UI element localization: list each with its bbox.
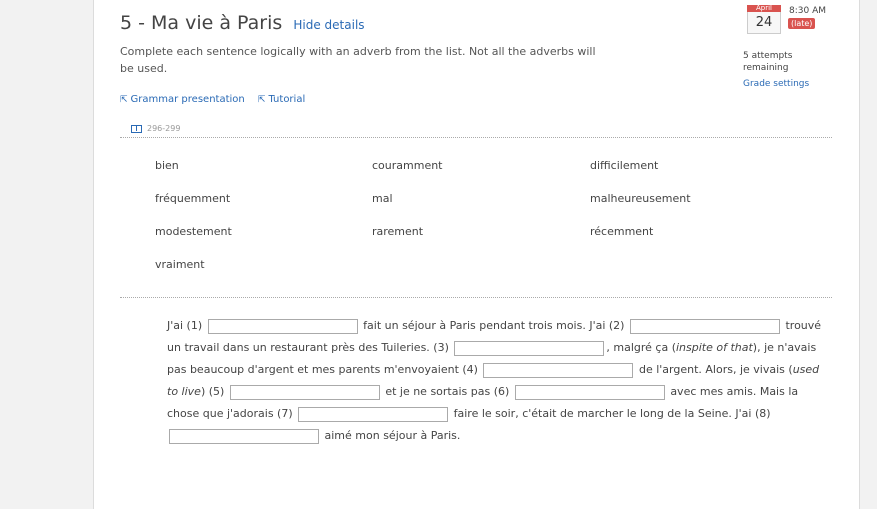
fill-in-paragraph: J'ai (1) fait un séjour à Paris pendant …: [167, 315, 827, 447]
word-bank-item: vraiment: [155, 258, 205, 271]
divider: [120, 297, 832, 298]
word-bank-item: rarement: [372, 225, 424, 238]
answer-input-4[interactable]: [483, 362, 634, 378]
sentence-text: ) (5): [200, 385, 225, 398]
page-range: 296-299: [147, 124, 181, 133]
page-title: 5 - Ma vie à Paris: [120, 12, 283, 34]
textbook-reference[interactable]: 296-299: [131, 124, 180, 133]
external-arrow-icon: ⇱: [257, 95, 266, 105]
answer-input-5[interactable]: [229, 384, 380, 400]
grade-settings-link[interactable]: Grade settings: [743, 79, 809, 89]
sentence-text: , malgré ça (: [606, 341, 676, 354]
sentence-text: et je ne sortais pas (6): [385, 385, 510, 398]
word-bank-item: difficilement: [590, 159, 659, 172]
answer-input-7[interactable]: [298, 406, 449, 422]
grammar-presentation-label: Grammar presentation: [130, 94, 245, 105]
divider: [120, 137, 832, 138]
calendar-day: 24: [747, 12, 781, 34]
answer-input-8[interactable]: [169, 428, 319, 444]
external-arrow-icon: ⇱: [120, 95, 128, 105]
tutorial-label: Tutorial: [268, 94, 306, 105]
assignment-panel: 5 - Ma vie à Paris Hide details Complete…: [93, 0, 860, 509]
answer-input-3[interactable]: [454, 340, 605, 356]
answer-input-6[interactable]: [514, 384, 665, 400]
sentence-text: fait un séjour à Paris pendant trois moi…: [363, 319, 625, 332]
instructions: Complete each sentence logically with an…: [120, 45, 596, 75]
sentence-text: faire le soir, c'était de marcher le lon…: [453, 407, 771, 420]
title-row: 5 - Ma vie à Paris Hide details: [120, 12, 365, 34]
late-badge: (late): [788, 18, 816, 29]
word-bank-item: mal: [372, 192, 393, 205]
word-bank-item: fréquemment: [155, 192, 231, 205]
answer-input-1[interactable]: [207, 318, 358, 334]
calendar-month: April: [747, 5, 781, 12]
word-bank-item: couramment: [372, 159, 443, 172]
sentence-text: de l'argent. Alors, je vivais (: [638, 363, 793, 376]
word-bank-item: modestement: [155, 225, 232, 238]
tutorial-link[interactable]: ⇱ Tutorial: [258, 94, 305, 105]
answer-input-2[interactable]: [629, 318, 780, 334]
attempts-remaining: 5 attempts remaining: [743, 51, 793, 73]
word-bank-item: récemment: [590, 225, 654, 238]
sentence-text: J'ai (1): [167, 319, 203, 332]
word-bank-item: bien: [155, 159, 179, 172]
hide-details-link[interactable]: Hide details: [293, 18, 364, 32]
due-date-calendar-icon: April 24: [747, 5, 781, 34]
book-icon: [131, 124, 142, 133]
grammar-presentation-link[interactable]: ⇱ Grammar presentation: [120, 94, 245, 105]
word-bank-item: malheureusement: [590, 192, 691, 205]
sentence-italic: inspite of that: [675, 341, 753, 354]
sentence-text: aimé mon séjour à Paris.: [324, 429, 461, 442]
due-time: 8:30 AM: [789, 6, 826, 16]
resource-links: ⇱ Grammar presentation ⇱ Tutorial: [120, 94, 315, 105]
